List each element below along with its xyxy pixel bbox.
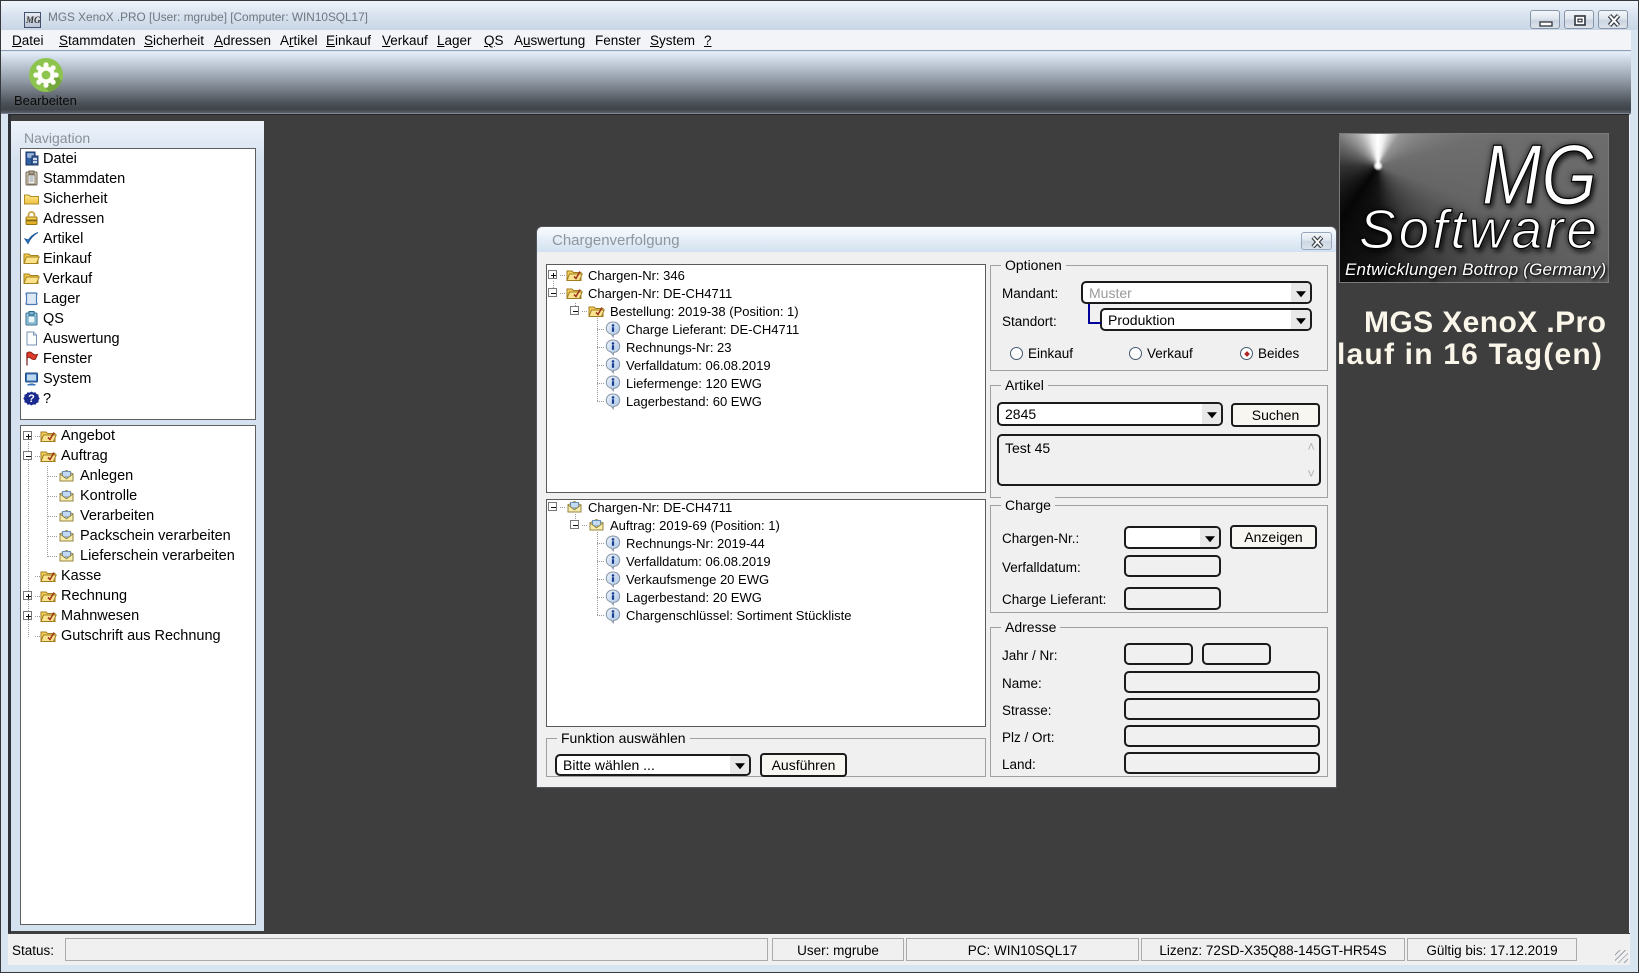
svg-text:?: ? <box>28 393 35 405</box>
